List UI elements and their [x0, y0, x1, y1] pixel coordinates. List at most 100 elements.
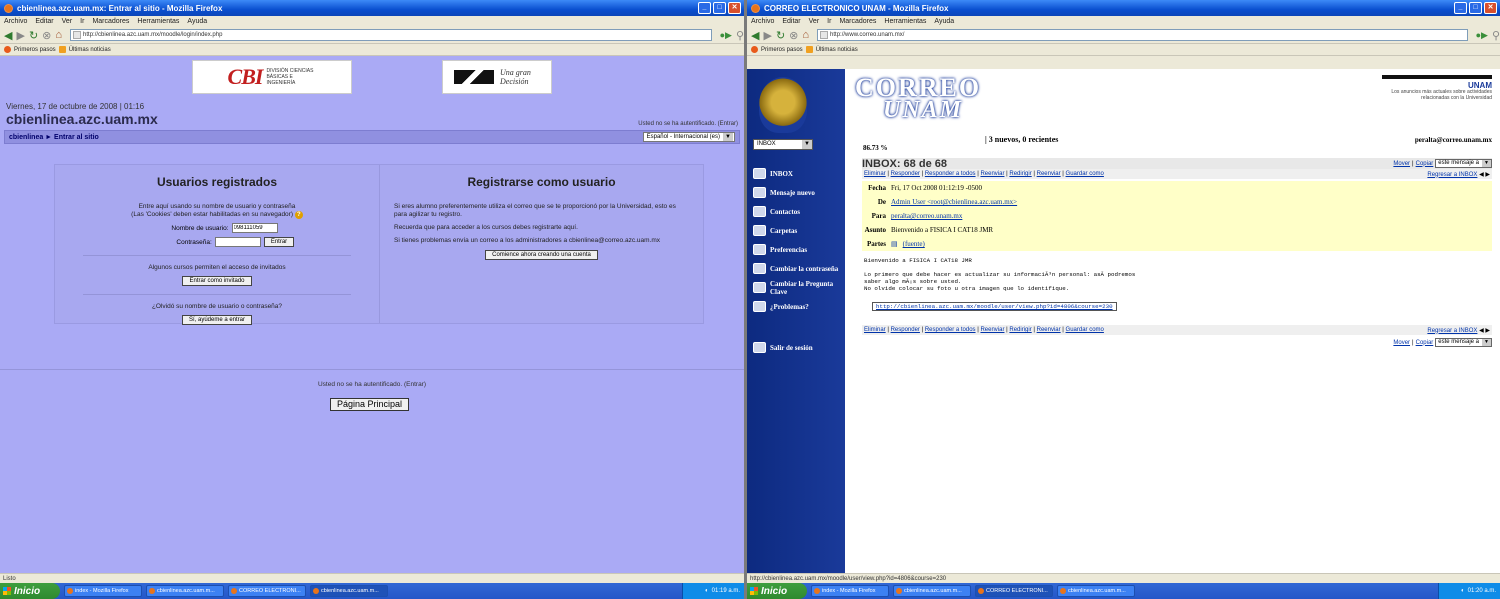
home-icon[interactable]: ⌂ [55, 29, 62, 41]
window-titlebar[interactable]: cbienlinea.azc.uam.mx: Entrar al sitio -… [0, 0, 744, 16]
taskbar-button[interactable]: index - Mozilla Firefox [64, 585, 142, 597]
menu-archivo[interactable]: Archivo [4, 18, 27, 25]
taskbar-button[interactable]: CORREO ELECTRONI... [975, 585, 1053, 597]
breadcrumb[interactable]: cbienlinea ► Entrar al sitio [9, 134, 99, 141]
tray-icon[interactable]: ◐ [1461, 588, 1465, 594]
nav-folders[interactable]: Carpetas [753, 221, 845, 240]
back-to-inbox-link[interactable]: Regresar a INBOX [1427, 172, 1477, 178]
close-button[interactable]: ✕ [1484, 2, 1497, 14]
resend-link[interactable]: Reenviar [1037, 171, 1061, 177]
address-bar[interactable]: http://www.correo.unam.mx/ [817, 29, 1468, 41]
nav-change-question[interactable]: Cambiar la Pregunta Clave [753, 278, 845, 297]
bookmark-primeros-pasos[interactable]: Primeros pasos [761, 47, 803, 53]
copy-link[interactable]: Copiar [1416, 161, 1434, 167]
target-folder-select[interactable]: este mensaje a [1435, 338, 1492, 347]
nav-contacts[interactable]: Contactos [753, 202, 845, 221]
bookmark-ultimas-noticias[interactable]: Últimas noticias [816, 47, 858, 53]
resend-link[interactable]: Reenviar [1037, 327, 1061, 333]
nav-change-password[interactable]: Cambiar la contraseña [753, 259, 845, 278]
delete-link[interactable]: Eliminar [864, 171, 886, 177]
password-input[interactable] [214, 237, 261, 247]
menu-ver[interactable]: Ver [809, 18, 820, 25]
taskbar-button[interactable]: cbienlinea.azc.uam.m... [1057, 585, 1135, 597]
menu-ayuda[interactable]: Ayuda [187, 18, 207, 25]
nav-problems[interactable]: ¿Problemas? [753, 297, 845, 316]
copy-link[interactable]: Copiar [1416, 340, 1434, 346]
guest-button[interactable]: Entrar como invitado [182, 276, 252, 286]
forward-arrow-icon[interactable]: ▶ [763, 29, 771, 42]
forward-link[interactable]: Reenviar [980, 327, 1004, 333]
maximize-button[interactable]: □ [713, 2, 726, 14]
menu-archivo[interactable]: Archivo [751, 18, 774, 25]
menu-ayuda[interactable]: Ayuda [934, 18, 954, 25]
go-icon[interactable]: ●▶ [1476, 30, 1488, 41]
reply-link[interactable]: Responder [891, 171, 920, 177]
nav-new-message[interactable]: Mensaje nuevo [753, 183, 845, 202]
help-icon[interactable]: ? [294, 211, 303, 219]
footer-login-status[interactable]: Usted no se ha autentificado. (Entrar) [0, 381, 744, 388]
source-link[interactable]: (fuente) [903, 240, 925, 248]
reply-all-link[interactable]: Responder a todos [925, 171, 976, 177]
address-bar[interactable]: http://cbienlinea.azc.uam.mx/moodle/logi… [70, 29, 712, 41]
forgot-password-button[interactable]: Sí, ayúdeme a entrar [181, 315, 253, 325]
maximize-button[interactable]: □ [1469, 2, 1482, 14]
window-titlebar[interactable]: CORREO ELECTRONICO UNAM - Mozilla Firefo… [747, 0, 1500, 16]
start-button[interactable]: Inicio [747, 583, 807, 599]
redirect-link[interactable]: Redirigir [1009, 171, 1031, 177]
login-status[interactable]: Usted no se ha autentificado. (Entrar) [638, 121, 738, 127]
to-value[interactable]: peralta@correo.unam.mx [891, 212, 962, 220]
language-select[interactable]: Español - Internacional (es) [642, 132, 735, 142]
start-button[interactable]: Inicio [0, 583, 60, 599]
redirect-link[interactable]: Redirigir [1009, 327, 1031, 333]
stop-icon[interactable]: ⊗ [789, 29, 798, 42]
menu-editar[interactable]: Editar [782, 18, 800, 25]
taskbar-button[interactable]: CORREO ELECTRONI... [228, 585, 306, 597]
move-link[interactable]: Mover [1393, 161, 1410, 167]
site-title[interactable]: cbienlinea.azc.uam.mx [6, 111, 158, 127]
home-icon[interactable]: ⌂ [802, 29, 809, 41]
back-arrow-icon[interactable]: ◀ [4, 29, 12, 42]
profile-link[interactable]: http://cbienlinea.azc.uam.mx/moodle/user… [872, 302, 1117, 311]
folder-select[interactable]: INBOX [753, 139, 813, 150]
nav-logout[interactable]: Salir de sesión [753, 338, 845, 357]
menu-ver[interactable]: Ver [62, 18, 73, 25]
close-button[interactable]: ✕ [728, 2, 741, 14]
nav-inbox[interactable]: INBOX [753, 164, 845, 183]
prev-next-icon[interactable]: ◀ ▶ [1479, 172, 1490, 178]
prev-next-icon[interactable]: ◀ ▶ [1479, 328, 1490, 334]
menu-editar[interactable]: Editar [35, 18, 53, 25]
delete-link[interactable]: Eliminar [864, 327, 886, 333]
move-link[interactable]: Mover [1393, 340, 1410, 346]
tray-icon[interactable]: ◐ [705, 588, 709, 594]
search-icon[interactable]: ⚲ [736, 29, 744, 42]
menu-herramientas[interactable]: Herramientas [137, 18, 179, 25]
save-as-link[interactable]: Guardar como [1066, 327, 1104, 333]
reload-icon[interactable]: ↻ [776, 29, 785, 42]
taskbar-button[interactable]: cbienlinea.azc.uam.m... [146, 585, 224, 597]
menu-marcadores[interactable]: Marcadores [92, 18, 129, 25]
save-as-link[interactable]: Guardar como [1066, 171, 1104, 177]
go-icon[interactable]: ●▶ [720, 30, 732, 41]
reply-all-link[interactable]: Responder a todos [925, 327, 976, 333]
stop-icon[interactable]: ⊗ [42, 29, 51, 42]
menu-ir[interactable]: Ir [827, 18, 831, 25]
bookmark-ultimas-noticias[interactable]: Últimas noticias [69, 47, 111, 53]
taskbar-button[interactable]: cbienlinea.azc.uam.m... [310, 585, 388, 597]
target-folder-select[interactable]: este mensaje a [1435, 159, 1492, 168]
taskbar-button[interactable]: cbienlinea.azc.uam.m... [893, 585, 971, 597]
username-input[interactable] [231, 223, 278, 233]
search-icon[interactable]: ⚲ [1492, 29, 1500, 42]
menu-herramientas[interactable]: Herramientas [884, 18, 926, 25]
menu-ir[interactable]: Ir [80, 18, 84, 25]
from-value[interactable]: Admin User <root@cbienlinea.azc.uam.mx> [891, 198, 1017, 206]
parts-icon[interactable]: ▤ [891, 240, 898, 248]
forward-arrow-icon[interactable]: ▶ [16, 29, 24, 42]
taskbar-button[interactable]: index - Mozilla Firefox [811, 585, 889, 597]
back-arrow-icon[interactable]: ◀ [751, 29, 759, 42]
nav-preferences[interactable]: Preferencias [753, 240, 845, 259]
forward-link[interactable]: Reenviar [980, 171, 1004, 177]
menu-marcadores[interactable]: Marcadores [839, 18, 876, 25]
minimize-button[interactable]: _ [1454, 2, 1467, 14]
minimize-button[interactable]: _ [698, 2, 711, 14]
reload-icon[interactable]: ↻ [29, 29, 38, 42]
